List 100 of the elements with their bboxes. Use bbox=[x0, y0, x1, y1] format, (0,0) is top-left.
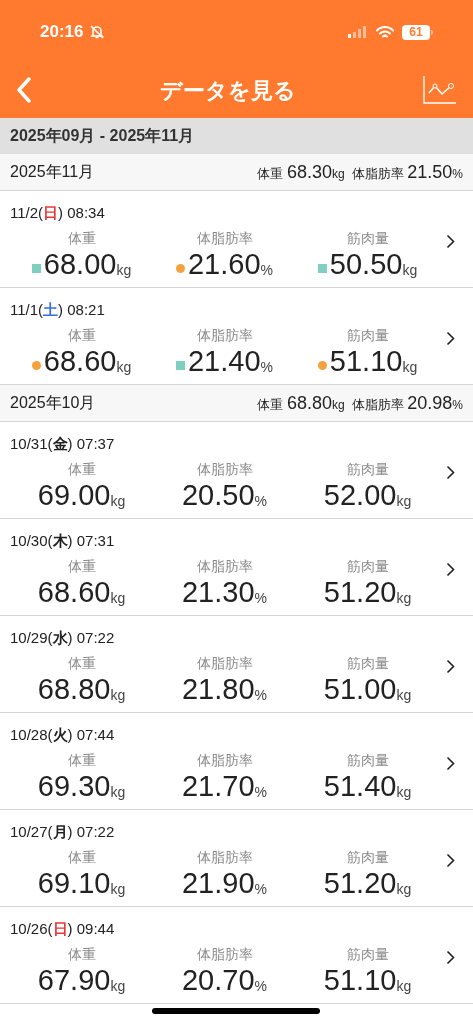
metric-value: 51.20 bbox=[323, 868, 397, 898]
metric-label: 体脂肪率 bbox=[196, 945, 253, 963]
metric-value: 68.60 bbox=[37, 577, 111, 607]
unit-label: kg bbox=[110, 493, 126, 510]
unit-label: kg bbox=[396, 590, 412, 607]
unit-label: kg bbox=[110, 687, 126, 704]
measurement-datetime: 10/30(木) 07:31 bbox=[10, 531, 115, 551]
metric-value: 69.00 bbox=[37, 480, 111, 510]
unit-label: kg bbox=[396, 978, 412, 995]
unit-label: kg bbox=[396, 881, 412, 898]
measurement-datetime: 10/29(水) 07:22 bbox=[10, 628, 115, 648]
battery-icon: 61 bbox=[402, 24, 433, 40]
unit-label: % bbox=[254, 590, 267, 607]
metric-label: 筋肉量 bbox=[346, 751, 389, 769]
metric-value: 51.00 bbox=[323, 674, 397, 704]
status-time: 20:16 bbox=[40, 21, 84, 44]
unit-label: kg bbox=[116, 262, 132, 279]
metric-label: 体重 bbox=[67, 229, 96, 247]
unit-label: % bbox=[260, 359, 273, 376]
metric-value: 50.50 bbox=[329, 249, 403, 279]
metric-value: 68.00 bbox=[43, 249, 117, 279]
metric-value: 51.10 bbox=[323, 965, 397, 995]
page-title: データを見る bbox=[158, 76, 297, 105]
metric-label: 体脂肪率 bbox=[196, 654, 253, 672]
month-label: 2025年10月 bbox=[10, 393, 96, 413]
unit-label: kg bbox=[396, 784, 412, 801]
metric-label: 体脂肪率 bbox=[196, 557, 253, 575]
metric-value: 68.60 bbox=[43, 346, 117, 376]
measurement-datetime: 11/1(土) 08:21 bbox=[10, 300, 105, 320]
metric-value: 67.90 bbox=[37, 965, 111, 995]
measurement-datetime: 10/27(月) 07:22 bbox=[10, 822, 115, 842]
metric-label: 体重 bbox=[67, 945, 96, 963]
month-average: 体脂肪率 21.50% bbox=[351, 160, 463, 184]
chevron-right-icon bbox=[446, 331, 455, 346]
signal-icon bbox=[348, 26, 368, 38]
chevron-right-icon bbox=[446, 465, 455, 480]
unit-label: % bbox=[254, 881, 267, 898]
metric-value: 68.80 bbox=[37, 674, 111, 704]
chevron-right-icon bbox=[446, 756, 455, 771]
metric-label: 筋肉量 bbox=[346, 229, 389, 247]
metric-value: 69.30 bbox=[37, 771, 111, 801]
metric-value: 69.10 bbox=[37, 868, 111, 898]
measurement-datetime: 10/28(火) 07:44 bbox=[10, 725, 115, 745]
metric-value: 21.60 bbox=[188, 249, 261, 279]
month-average: 体重 68.80kg bbox=[257, 391, 345, 415]
metric-value: 21.80 bbox=[182, 674, 255, 704]
date-range-header: 2025年09月 - 2025年11月 bbox=[0, 118, 473, 154]
month-average: 体脂肪率 20.98% bbox=[351, 391, 463, 415]
chevron-right-icon bbox=[446, 853, 455, 868]
metric-value: 51.40 bbox=[323, 771, 397, 801]
back-icon[interactable] bbox=[16, 77, 32, 103]
unit-label: % bbox=[254, 784, 267, 801]
unit-label: kg bbox=[110, 881, 126, 898]
chevron-right-icon bbox=[446, 234, 455, 249]
metric-value: 21.90 bbox=[182, 868, 255, 898]
metric-value: 20.50 bbox=[182, 480, 255, 510]
metric-label: 筋肉量 bbox=[346, 945, 389, 963]
metric-label: 筋肉量 bbox=[346, 326, 389, 344]
unit-label: kg bbox=[402, 262, 418, 279]
measurement-datetime: 10/31(金) 07:37 bbox=[10, 434, 115, 454]
metric-label: 体重 bbox=[67, 848, 96, 866]
metric-value: 20.70 bbox=[182, 965, 255, 995]
unit-label: kg bbox=[110, 978, 126, 995]
metric-label: 体重 bbox=[67, 654, 96, 672]
metric-value: 51.10 bbox=[329, 346, 403, 376]
unit-label: kg bbox=[116, 359, 132, 376]
metric-label: 筋肉量 bbox=[346, 848, 389, 866]
unit-label: kg bbox=[402, 359, 418, 376]
measurement-datetime: 11/2(日) 08:34 bbox=[10, 203, 105, 223]
metric-label: 体重 bbox=[67, 326, 96, 344]
metric-label: 体脂肪率 bbox=[196, 229, 253, 247]
unit-label: % bbox=[260, 262, 273, 279]
metric-value: 21.40 bbox=[188, 346, 261, 376]
unit-label: % bbox=[254, 687, 267, 704]
chevron-right-icon bbox=[446, 659, 455, 674]
metric-label: 体重 bbox=[67, 460, 96, 478]
metric-value: 51.20 bbox=[323, 577, 397, 607]
chevron-right-icon bbox=[446, 950, 455, 965]
line-chart-icon[interactable] bbox=[423, 76, 457, 104]
metric-value: 21.30 bbox=[182, 577, 255, 607]
metric-label: 体重 bbox=[67, 751, 96, 769]
metric-value: 52.00 bbox=[323, 480, 397, 510]
month-label: 2025年11月 bbox=[10, 162, 95, 182]
metric-label: 体脂肪率 bbox=[196, 326, 253, 344]
measurement-datetime: 10/26(日) 09:44 bbox=[10, 919, 115, 939]
metric-label: 筋肉量 bbox=[346, 557, 389, 575]
wifi-icon bbox=[376, 25, 394, 39]
unit-label: kg bbox=[396, 687, 412, 704]
chevron-right-icon bbox=[446, 562, 455, 577]
metric-label: 体脂肪率 bbox=[196, 751, 253, 769]
unit-label: % bbox=[254, 493, 267, 510]
unit-label: kg bbox=[396, 493, 412, 510]
metric-label: 体脂肪率 bbox=[196, 460, 253, 478]
metric-label: 体脂肪率 bbox=[196, 848, 253, 866]
metric-label: 筋肉量 bbox=[346, 460, 389, 478]
metric-label: 体重 bbox=[67, 557, 96, 575]
month-average: 体重 68.30kg bbox=[257, 160, 345, 184]
bell-off-icon bbox=[89, 24, 106, 40]
unit-label: kg bbox=[110, 784, 126, 801]
metric-value: 21.70 bbox=[182, 771, 255, 801]
